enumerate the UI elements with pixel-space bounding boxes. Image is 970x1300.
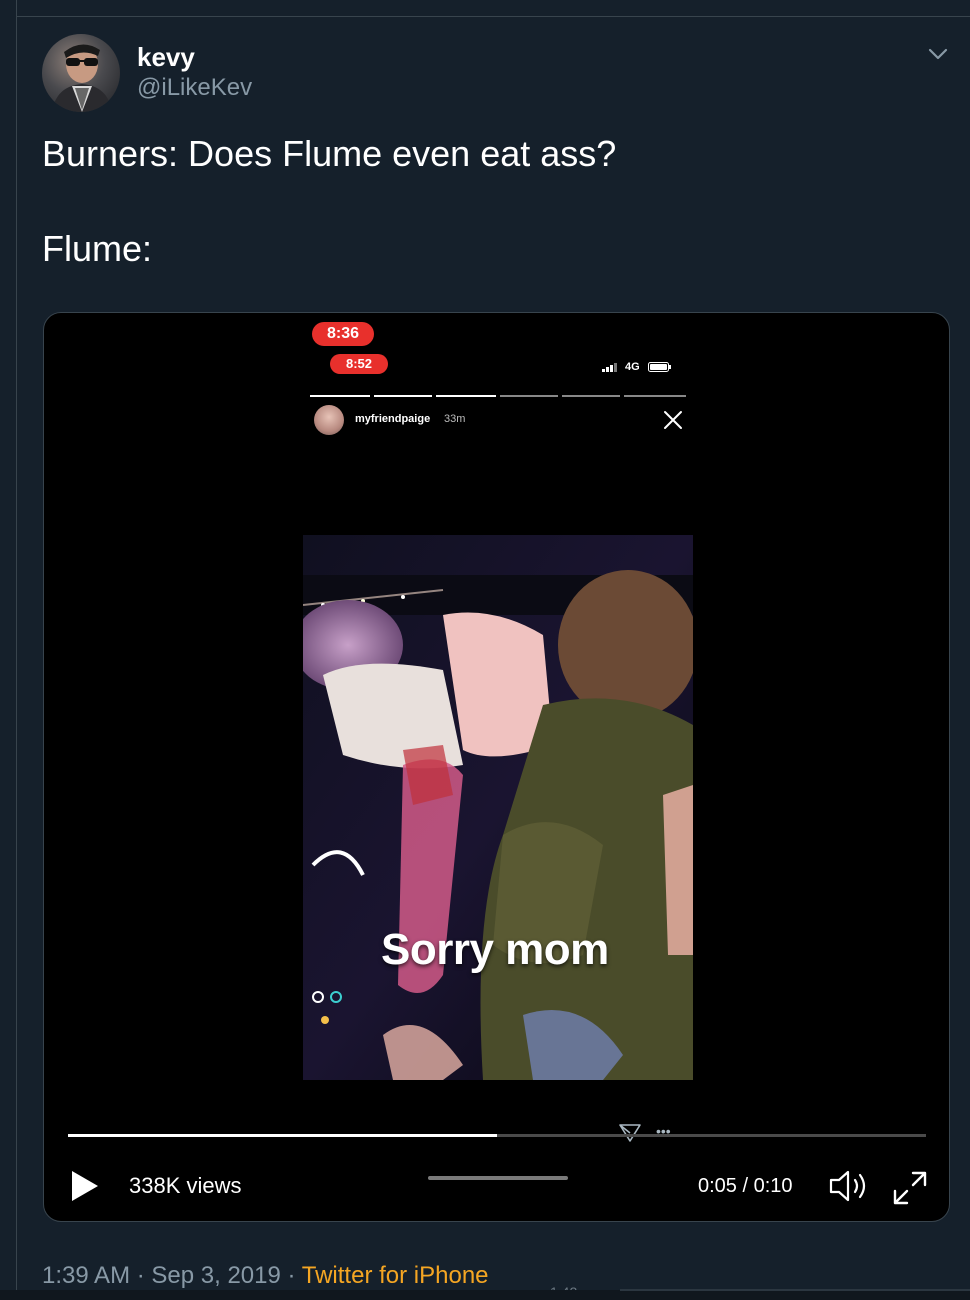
screen-record-badge: 8:36: [312, 322, 374, 346]
bottom-edge: [0, 1290, 970, 1300]
video-frame[interactable]: 8:36 8:52 4G myfriendpaige 33m Sorry mom…: [44, 313, 949, 1221]
meta-separator: ·: [287, 1262, 296, 1289]
video-caption: Sorry mom: [381, 925, 609, 974]
chevron-down-icon[interactable]: [924, 40, 952, 68]
meta-separator: ·: [136, 1262, 145, 1289]
tweet-date[interactable]: Sep 3, 2019: [151, 1262, 280, 1289]
tweet-metadata: 1:39 AM · Sep 3, 2019 · Twitter for iPho…: [42, 1262, 489, 1290]
tweet-text-line-1: Burners: Does Flume even eat ass?: [42, 133, 617, 174]
drag-handle: [428, 1176, 568, 1180]
close-icon: [664, 411, 682, 429]
timecode: 0:05 / 0:10: [698, 1175, 793, 1197]
screen-record-badge-inner: 8:52: [330, 354, 388, 374]
author-avatar[interactable]: [42, 34, 120, 112]
fullscreen-icon[interactable]: [891, 1169, 929, 1207]
tweet-page: kevy @iLikeKev Burners: Does Flume even …: [0, 0, 970, 1300]
signal-bars-icon: [602, 363, 617, 372]
tweet-text-line-2: Flume:: [42, 228, 153, 269]
tweet-source-link[interactable]: Twitter for iPhone: [302, 1262, 489, 1289]
share-icon: [619, 1124, 641, 1142]
column-border: [16, 0, 17, 1300]
bottom-edge-line: [620, 1289, 970, 1291]
video-player[interactable]: 8:36 8:52 4G myfriendpaige 33m Sorry mom…: [43, 312, 950, 1222]
volume-icon[interactable]: [828, 1168, 872, 1204]
story-username: myfriendpaige: [355, 413, 431, 425]
battery-icon: [648, 362, 671, 372]
author-handle[interactable]: @iLikeKev: [137, 74, 252, 102]
network-label: 4G: [625, 361, 640, 373]
play-icon[interactable]: [70, 1169, 100, 1203]
tweet-text: Burners: Does Flume even eat ass? Flume:: [42, 130, 922, 273]
video-progress-track[interactable]: [68, 1134, 926, 1137]
video-scene-image: [303, 535, 693, 1080]
video-scene: [303, 535, 693, 1080]
story-age: 33m: [444, 413, 466, 425]
author-display-name[interactable]: kevy: [137, 42, 195, 73]
story-user-avatar: [314, 405, 344, 435]
story-progress-bars: [310, 395, 686, 397]
avatar-photo: [52, 44, 112, 112]
view-count: 338K views: [129, 1173, 242, 1198]
tweet-time[interactable]: 1:39 AM: [42, 1262, 130, 1289]
header-divider: [16, 16, 970, 17]
video-progress-fill: [68, 1134, 497, 1137]
